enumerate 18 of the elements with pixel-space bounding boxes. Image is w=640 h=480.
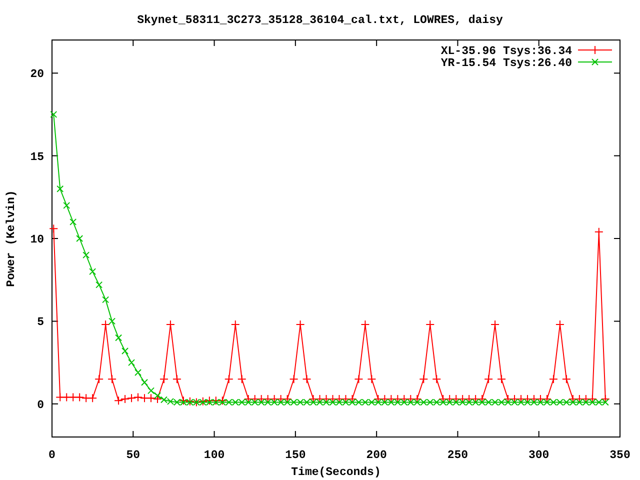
axis-label: Power (Kelvin) — [5, 190, 18, 287]
tick-label: 5 — [37, 316, 44, 330]
legend-label: YR-15.54 Tsys:26.40 — [440, 57, 572, 70]
tick-label: 250 — [447, 449, 468, 462]
tick-label: 50 — [126, 449, 140, 462]
tick-label: 350 — [610, 449, 630, 462]
tick-label: 15 — [30, 150, 44, 164]
tick-label: 0 — [48, 449, 56, 462]
tick-label: 100 — [204, 449, 225, 462]
axis-label: Time(Seconds) — [291, 466, 381, 479]
tick-label: 10 — [30, 234, 44, 246]
legend-label: XL-35.96 Tsys:36.34 — [440, 45, 572, 58]
tick-label: 20 — [30, 68, 44, 82]
tick-label: 300 — [528, 449, 550, 462]
tick-label: 200 — [366, 449, 387, 462]
tick-label: 150 — [285, 449, 306, 462]
tick-label: 0 — [37, 398, 44, 412]
chart-title: Skynet_58311_3C273_35128_36104_cal.txt, LOWRES, daisy — [137, 14, 503, 27]
